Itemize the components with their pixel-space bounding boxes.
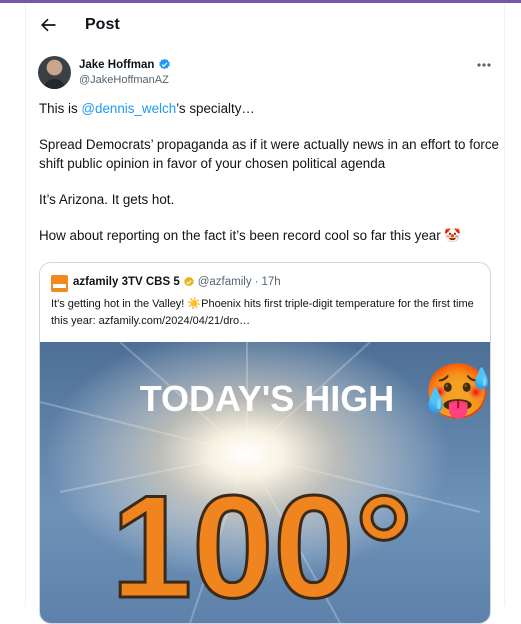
- tweet-line-1: This is @dennis_welch’s specialty…: [39, 99, 499, 118]
- quoted-author-name[interactable]: azfamily 3TV CBS 5: [73, 276, 180, 288]
- back-arrow-icon[interactable]: [38, 15, 58, 35]
- quoted-author-avatar[interactable]: [51, 275, 68, 292]
- page-title: Post: [85, 16, 120, 33]
- quoted-post-text: It's getting hot in the Valley! ☀️Phoeni…: [51, 298, 474, 327]
- meta-separator: ·: [254, 276, 259, 288]
- tweet-line-1-end: ’s specialty…: [176, 101, 255, 116]
- tweet-body: This is @dennis_welch’s specialty… Sprea…: [39, 99, 499, 262]
- image-headline: TODAY'S HIGH: [140, 378, 395, 419]
- quoted-post-card[interactable]: azfamily 3TV CBS 5 @azfamily · 17h It's …: [39, 262, 491, 624]
- tweet-paragraph-3: It’s Arizona. It gets hot.: [39, 192, 175, 207]
- quoted-author-handle[interactable]: @azfamily: [198, 276, 252, 288]
- author-name-row[interactable]: Jake Hoffman: [79, 58, 171, 71]
- verified-badge-icon: [159, 58, 171, 70]
- tweet-line-1-start: This is: [39, 101, 82, 116]
- gold-verified-badge-icon: [183, 276, 194, 287]
- post-detail-panel: Post Jake Hoffman @JakeHoffmanAZ This is…: [25, 3, 505, 624]
- author-name[interactable]: Jake Hoffman: [79, 59, 154, 71]
- author-avatar[interactable]: [38, 56, 71, 89]
- quoted-post-image[interactable]: TODAY'S HIGH 100° 🥵: [40, 342, 490, 623]
- tweet-paragraph-2: Spread Democrats’ propaganda as if it we…: [39, 137, 499, 171]
- image-temperature: 100°: [111, 465, 413, 623]
- quoted-author-row: azfamily 3TV CBS 5 @azfamily · 17h: [73, 276, 281, 288]
- hot-face-emoji-icon: 🥵: [424, 362, 490, 422]
- tweet-paragraph-4: How about reporting on the fact it’s bee…: [39, 228, 462, 243]
- mention-link[interactable]: @dennis_welch: [81, 101, 176, 116]
- more-dots-icon[interactable]: [474, 58, 494, 72]
- quoted-timestamp[interactable]: 17h: [261, 276, 280, 288]
- author-handle[interactable]: @JakeHoffmanAZ: [79, 74, 169, 86]
- post-header: Post: [26, 3, 504, 47]
